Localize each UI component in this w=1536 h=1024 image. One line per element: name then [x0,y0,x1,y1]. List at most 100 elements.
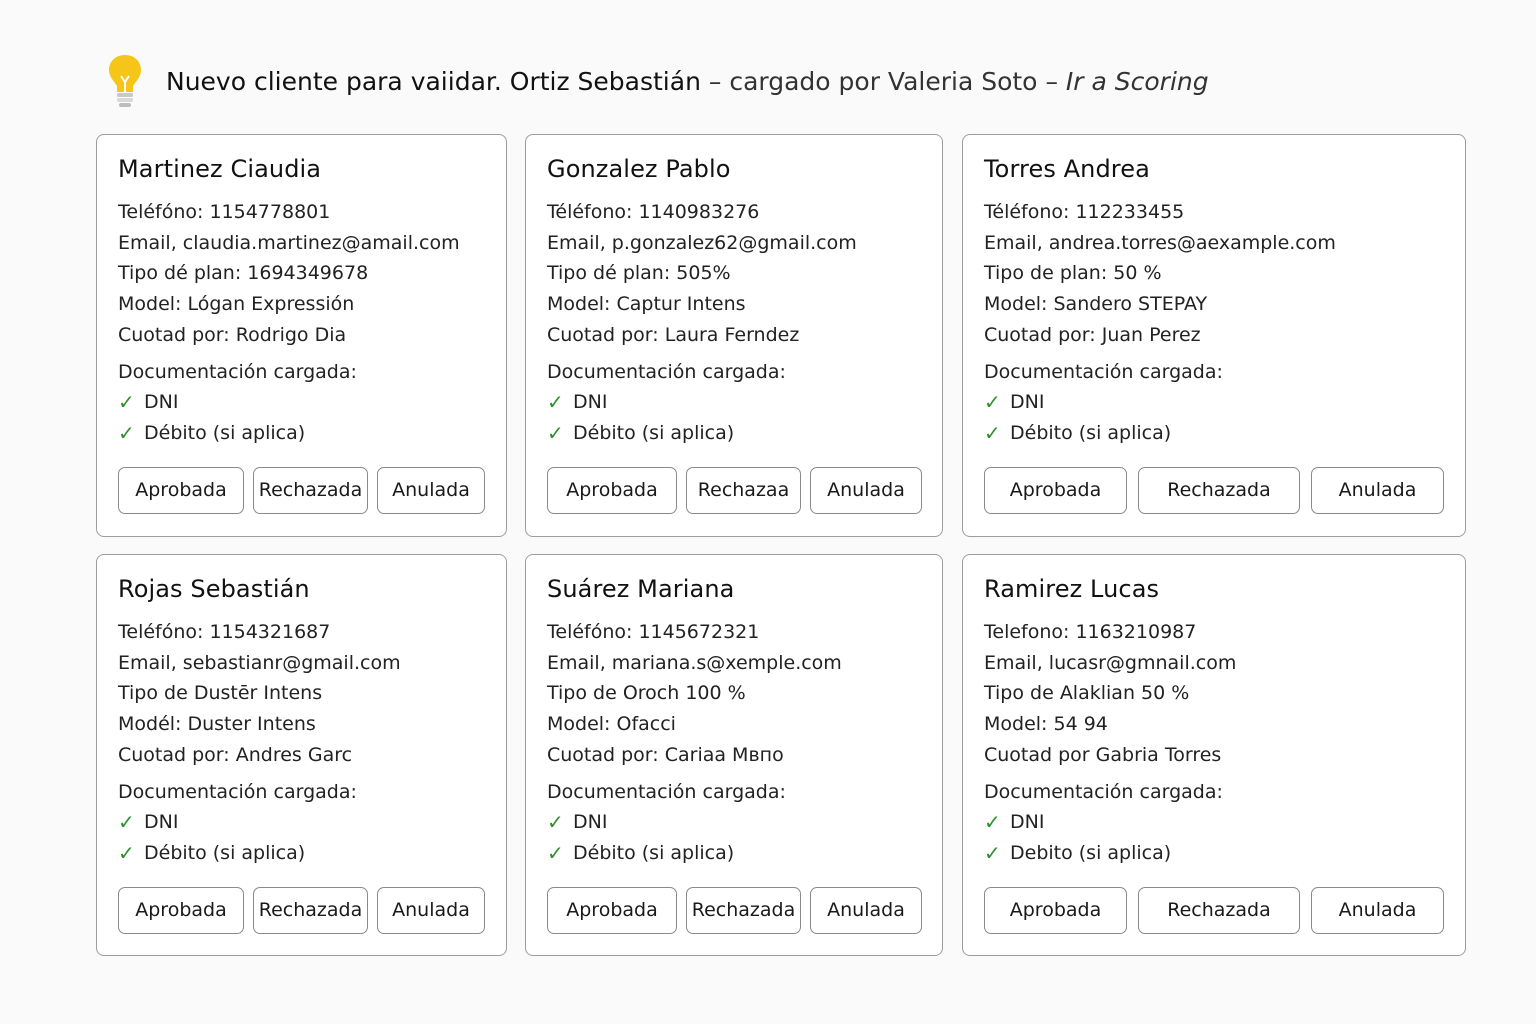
doc-label: DNI [1010,811,1045,834]
client-plan: Tipo dé plan: 505% [547,262,731,285]
notice-separator: – [708,66,722,96]
check-icon: ✓ [547,420,564,445]
client-phone: Téléfono: 112233455 [984,201,1185,223]
doc-item: ✓ Débito (si aplica) [118,418,486,449]
approve-button[interactable]: Aprobada [547,466,677,514]
client-plan: Tipo de plan: 50 % [984,262,1162,285]
check-icon: ✓ [118,420,135,445]
client-model: Model: Lógan Expressión [118,293,355,316]
client-name: Rojas Sebastián [118,575,310,603]
check-icon: ✓ [547,840,564,865]
doc-label: Débito (si aplica) [144,841,306,864]
documentation-title: Documentación cargada: [984,360,1223,383]
client-phone: Teléfóno: 1154778801 [118,201,331,223]
doc-item: ✓ Débito (si aplica) [547,838,922,869]
client-model: Model: Captur Intens [547,293,746,316]
client-model: Model: Ofacci [547,713,676,736]
client-name: Ramirez Lucas [984,575,1160,603]
doc-item: ✓ DNI [984,387,1445,418]
approve-button[interactable]: Aprobada [547,886,677,934]
client-quoted-by: Cuotad por: Cariaa Mвпo [547,743,784,766]
doc-item: ✓ DNI [547,387,922,418]
client-name: Suárez Mariana [547,575,735,603]
client-name: Gonzalez Pablo [547,155,731,183]
cancel-button[interactable]: Anulada [810,466,922,514]
doc-item: ✓ DNI [547,807,922,838]
check-icon: ✓ [984,420,1001,445]
new-client-notice: Nuevo cliente para vaiidar. Ortiz Sebast… [106,52,1209,110]
check-icon: ✓ [547,810,564,835]
doc-item: ✓ Débito (si aplica) [984,418,1445,449]
card-actions: Aprobada Rechazada Anulada [984,886,1445,934]
cancel-button[interactable]: Anulada [1311,466,1444,514]
card-actions: Aprobada Rechazada Anulada [118,886,486,934]
approve-button[interactable]: Aprobada [984,886,1127,934]
client-card: Rojas Sebastián Teléfóno: 1154321687 Ema… [96,554,507,956]
card-actions: Aprobada Rechazada Anulada [118,466,486,514]
check-icon: ✓ [118,390,135,415]
doc-label: DNI [144,391,179,414]
client-email: Email, p.gonzalez62@gmail.com [547,231,857,254]
cancel-button[interactable]: Anulada [377,466,485,514]
client-card: Torres Andrea Téléfono: 112233455 Email,… [962,134,1466,537]
notice-title: Nuevo cliente para vaiidar. Ortiz Sebast… [166,66,701,96]
doc-item: ✓ Debito (si aplica) [984,838,1445,869]
documentation-title: Documentación cargada: [118,780,357,803]
client-quoted-by: Cuotad por: Juan Perez [984,323,1201,346]
cancel-button[interactable]: Anulada [810,886,922,934]
client-name: Martinez Ciaudia [118,155,322,183]
reject-button[interactable]: Rechazada [686,886,801,934]
doc-item: ✓ DNI [984,807,1445,838]
client-plan: Tipo dé plan: 1694349678 [118,262,369,285]
doc-label: Débito (si aplica) [573,421,735,444]
client-card: Gonzalez Pablo Téléfono: 1140983276 Emai… [525,134,943,537]
scoring-link[interactable]: Ir a Scoring [1066,67,1209,96]
check-icon: ✓ [118,810,135,835]
doc-item: ✓ DNI [118,807,486,838]
client-phone: Telefono: 1163210987 [984,621,1197,643]
check-icon: ✓ [984,840,1001,865]
approve-button[interactable]: Aprobada [984,466,1127,514]
cancel-button[interactable]: Anulada [1311,886,1444,934]
approve-button[interactable]: Aprobada [118,886,244,934]
check-icon: ✓ [984,390,1001,415]
check-icon: ✓ [984,810,1001,835]
client-email: Email, sebastianr@gmail.com [118,651,401,674]
documentation-title: Documentación cargada: [547,360,786,383]
reject-button[interactable]: Rechazaa [686,466,801,514]
client-email: Email, lucasr@gmnail.com [984,651,1237,674]
client-card: Suárez Mariana Teléfóno: 1145672321 Emai… [525,554,943,956]
client-plan: Tipo de Oroch 100 % [547,682,746,705]
client-plan: Tipo de Dustēr Intens [118,682,323,705]
notice-separator: – [1045,66,1058,96]
client-card: Martinez Ciaudia Teléfóno: 1154778801 Em… [96,134,507,537]
check-icon: ✓ [118,840,135,865]
check-icon: ✓ [547,390,564,415]
card-actions: Aprobada Rechazaa Anulada [547,466,922,514]
reject-button[interactable]: Rechazada [253,466,368,514]
doc-item: ✓ DNI [118,387,486,418]
approve-button[interactable]: Aprobada [118,466,244,514]
client-email: Email, andrea.torres@aexample.com [984,231,1336,254]
card-actions: Aprobada Rechazada Anulada [984,466,1445,514]
client-model: Model: Sandero STEPAY [984,293,1208,316]
doc-label: DNI [573,391,608,414]
card-actions: Aprobada Rechazada Anulada [547,886,922,934]
doc-label: DNI [1010,391,1045,414]
reject-button[interactable]: Rechazada [1138,466,1300,514]
reject-button[interactable]: Rechazada [253,886,368,934]
cancel-button[interactable]: Anulada [377,886,485,934]
client-name: Torres Andrea [984,155,1150,183]
doc-item: ✓ Débito (si aplica) [118,838,486,869]
lightbulb-icon [109,55,141,107]
documentation-title: Documentación cargada: [984,780,1223,803]
documentation-title: Documentación cargada: [118,360,357,383]
client-model: Modél: Duster Intens [118,713,316,736]
doc-item: ✓ Débito (si aplica) [547,418,922,449]
client-quoted-by: Cuotad por: Laura Ferndez [547,323,800,346]
client-phone: Teléfóno: 1154321687 [118,621,331,643]
doc-label: Débito (si aplica) [144,421,306,444]
client-quoted-by: Cuotad por: Rodrigo Dia [118,323,347,346]
doc-label: Débito (si aplica) [1010,421,1172,444]
reject-button[interactable]: Rechazada [1138,886,1300,934]
